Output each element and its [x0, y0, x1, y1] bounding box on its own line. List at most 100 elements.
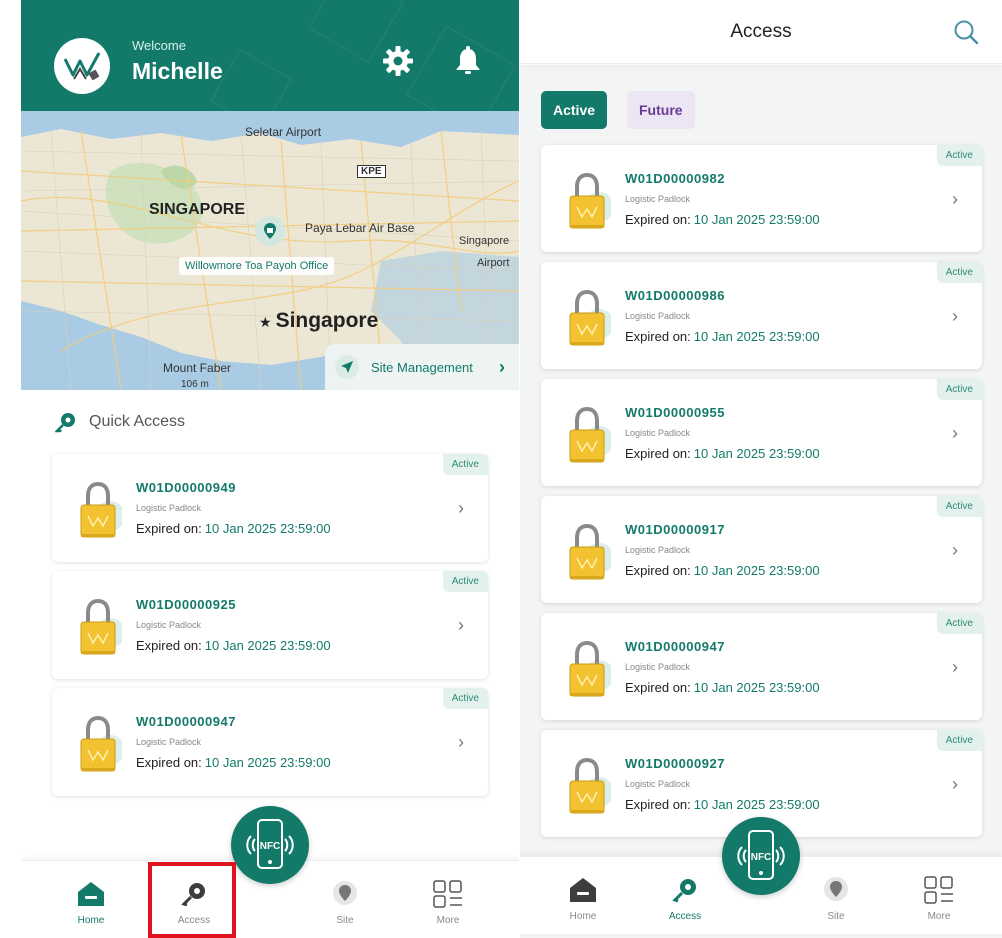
expired-label: Expired on: — [625, 797, 691, 812]
padlock-type: Logistic Padlock — [136, 503, 202, 513]
access-header: Access — [520, 0, 1002, 64]
padlock-icon — [80, 715, 122, 772]
padlock-code: W01D00000986 — [625, 288, 725, 303]
page-title: Access — [730, 21, 792, 42]
expiry-date: 10 Jan 2025 23:59:00 — [204, 521, 331, 536]
notification-button[interactable] — [451, 44, 485, 78]
home-screen: Welcome Michelle Seletar Airport KPE SIN… — [21, 0, 519, 938]
nav-more[interactable]: More — [408, 861, 488, 938]
expiry-line: Expired on: 10 Jan 2025 23:59:00 — [136, 755, 331, 770]
expiry-date: 10 Jan 2025 23:59:00 — [693, 212, 820, 227]
map-label-kpe: KPE — [357, 165, 386, 178]
nfc-button[interactable]: NFC — [231, 806, 309, 884]
nfc-button[interactable]: NFC — [722, 817, 800, 895]
expiry-line: Expired on: 10 Jan 2025 23:59:00 — [625, 446, 820, 461]
nav-site-label: Site — [827, 911, 845, 922]
search-button[interactable] — [952, 18, 980, 51]
expiry-line: Expired on: 10 Jan 2025 23:59:00 — [625, 797, 820, 812]
home-header: Welcome Michelle — [21, 0, 519, 111]
chevron-right-icon: › — [952, 189, 958, 209]
expired-label: Expired on: — [136, 755, 202, 770]
map-label-singapore-region: SINGAPORE — [149, 201, 246, 218]
site-management-button[interactable]: Site Management › — [325, 344, 519, 390]
padlock-card[interactable]: Active W01D00000982 Logistic Padlock Exp… — [541, 145, 982, 252]
map-label-mount-faber: Mount Faber — [163, 361, 232, 375]
padlock-type: Logistic Padlock — [625, 428, 691, 438]
padlock-type: Logistic Padlock — [625, 311, 691, 321]
padlock-icon — [569, 289, 611, 346]
padlock-card[interactable]: Active W01D00000925 Logistic Padlock Exp… — [52, 571, 488, 679]
expiry-line: Expired on: 10 Jan 2025 23:59:00 — [625, 563, 820, 578]
tab-active[interactable]: Active — [541, 91, 608, 129]
padlock-card[interactable]: Active W01D00000986 Logistic Padlock Exp… — [541, 262, 982, 369]
expired-label: Expired on: — [625, 680, 691, 695]
expiry-date: 10 Jan 2025 23:59:00 — [204, 638, 331, 653]
tab-future[interactable]: Future — [627, 91, 695, 129]
nav-home[interactable]: Home — [543, 857, 623, 935]
padlock-type: Logistic Padlock — [625, 194, 691, 204]
status-badge: Active — [936, 262, 982, 283]
nfc-phone-icon: NFC — [737, 830, 785, 880]
expiry-date: 10 Jan 2025 23:59:00 — [693, 680, 820, 695]
nfc-label: NFC — [260, 841, 281, 852]
expiry-date: 10 Jan 2025 23:59:00 — [693, 797, 820, 812]
expiry-line: Expired on: 10 Jan 2025 23:59:00 — [625, 680, 820, 695]
expired-label: Expired on: — [136, 638, 202, 653]
avatar[interactable] — [54, 38, 110, 94]
nav-more-label: More — [436, 915, 460, 926]
nav-more-label: More — [927, 911, 951, 922]
nav-home-label: Home — [77, 915, 105, 926]
office-label[interactable]: Willowmore Toa Payoh Office — [179, 257, 335, 275]
padlock-icon — [569, 640, 611, 697]
padlock-type: Logistic Padlock — [625, 779, 691, 789]
nav-access[interactable]: Access — [645, 857, 725, 935]
padlock-card[interactable]: Active W01D00000947 Logistic Padlock Exp… — [52, 688, 488, 796]
padlock-code: W01D00000947 — [625, 639, 725, 654]
office-location-pin[interactable] — [255, 216, 285, 246]
chevron-right-icon: › — [952, 423, 958, 443]
nav-site[interactable]: Site — [796, 857, 876, 935]
chevron-right-icon: › — [952, 540, 958, 560]
expired-label: Expired on: — [625, 329, 691, 344]
chevron-right-icon: › — [458, 498, 464, 518]
site-map[interactable]: Seletar Airport KPE SINGAPORE Paya Lebar… — [21, 111, 519, 390]
padlock-card[interactable]: Active W01D00000947 Logistic Padlock Exp… — [541, 613, 982, 720]
padlock-code: W01D00000927 — [625, 756, 725, 771]
nav-home[interactable]: Home — [51, 861, 131, 938]
access-tab-highlight — [148, 862, 236, 938]
expiry-date: 10 Jan 2025 23:59:00 — [693, 329, 820, 344]
home-icon — [567, 875, 599, 905]
chevron-right-icon: › — [458, 732, 464, 752]
padlock-icon — [569, 757, 611, 814]
padlock-type: Logistic Padlock — [136, 737, 202, 747]
chevron-right-icon: › — [458, 615, 464, 635]
nav-more[interactable]: More — [899, 857, 979, 935]
expiry-date: 10 Jan 2025 23:59:00 — [693, 446, 820, 461]
gear-icon — [383, 46, 413, 76]
nav-site[interactable]: Site — [305, 861, 385, 938]
status-badge: Active — [936, 379, 982, 400]
access-content: Active Future Active W01D00000982 Logist… — [520, 65, 1002, 938]
expiry-line: Expired on: 10 Jan 2025 23:59:00 — [625, 329, 820, 344]
padlock-code: W01D00000917 — [625, 522, 725, 537]
padlock-icon — [569, 523, 611, 580]
padlock-card[interactable]: Active W01D00000949 Logistic Padlock Exp… — [52, 454, 488, 562]
key-icon — [55, 413, 75, 433]
padlock-card[interactable]: Active W01D00000917 Logistic Padlock Exp… — [541, 496, 982, 603]
map-label-seletar: Seletar Airport — [245, 125, 322, 139]
padlock-code: W01D00000947 — [136, 714, 236, 729]
nav-site-label: Site — [336, 915, 354, 926]
padlock-card[interactable]: Active W01D00000955 Logistic Padlock Exp… — [541, 379, 982, 486]
padlock-icon — [569, 172, 611, 229]
grid-icon — [432, 879, 464, 909]
chevron-right-icon: › — [499, 356, 505, 377]
padlock-code: W01D00000949 — [136, 480, 236, 495]
status-badge: Active — [936, 730, 982, 751]
map-label-singapore-city: Singapore — [275, 309, 379, 332]
chevron-right-icon: › — [952, 657, 958, 677]
bell-icon — [456, 46, 480, 74]
settings-button[interactable] — [381, 44, 415, 78]
location-pin-icon — [332, 879, 358, 909]
padlock-code: W01D00000982 — [625, 171, 725, 186]
location-pin-icon — [264, 223, 276, 239]
